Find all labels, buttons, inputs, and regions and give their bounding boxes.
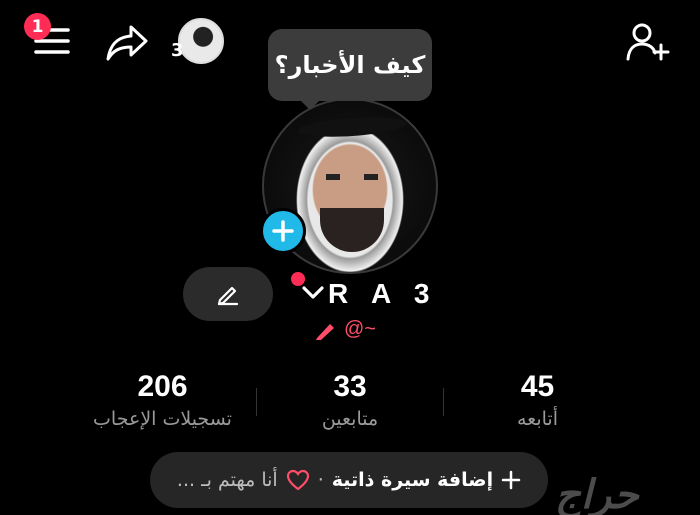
stat-following-label: أتابعه (517, 408, 558, 430)
add-story-button[interactable] (260, 208, 306, 254)
stat-following[interactable]: 45 أتابعه (480, 370, 595, 430)
status-bubble-tail (300, 100, 320, 110)
plus-icon (272, 220, 294, 242)
stat-likes-label: تسجيلات الإعجاب (93, 408, 232, 430)
pencil-icon (217, 286, 239, 306)
status-bubble[interactable]: كيف الأخبار؟ (268, 29, 432, 101)
handle-row[interactable]: @~ (314, 318, 376, 341)
stat-following-value: 45 (520, 370, 555, 403)
stat-divider (443, 388, 444, 416)
notification-badge: 1 (24, 13, 51, 40)
watermark-logo: حراج (555, 472, 639, 515)
stat-likes[interactable]: 206 تسجيلات الإعجاب (80, 370, 245, 430)
stat-followers-label: متابعين (321, 408, 379, 430)
share-icon[interactable] (104, 22, 150, 64)
add-bio-button[interactable]: إضافة سيرة ذاتية · أنا مهتم بـ ... (150, 452, 548, 508)
stat-followers[interactable]: 33 متابعين (290, 370, 410, 430)
heart-icon (286, 469, 309, 491)
stat-followers-value: 33 (333, 370, 367, 403)
stat-divider (256, 388, 257, 416)
red-pencil-icon (316, 323, 334, 340)
bio-separator: · (317, 469, 324, 491)
add-user-icon[interactable] (624, 20, 672, 64)
mini-avatar[interactable] (178, 18, 224, 64)
chevron-down-icon[interactable] (301, 284, 325, 306)
plus-icon (501, 470, 521, 490)
edit-profile-button[interactable] (183, 267, 273, 321)
profile-name: R A 3 (328, 278, 438, 309)
stat-likes-value: 206 (137, 370, 188, 403)
profile-handle: @~ (344, 318, 376, 340)
profile-screen: 1 3 كيف الأخبار؟ R A 3 @~ 206 تسجيلات ال… (0, 0, 700, 515)
interest-label: أنا مهتم بـ ... (176, 469, 278, 491)
mini-avatar-count: 3 (171, 40, 184, 61)
add-bio-label: إضافة سيرة ذاتية (331, 469, 494, 491)
